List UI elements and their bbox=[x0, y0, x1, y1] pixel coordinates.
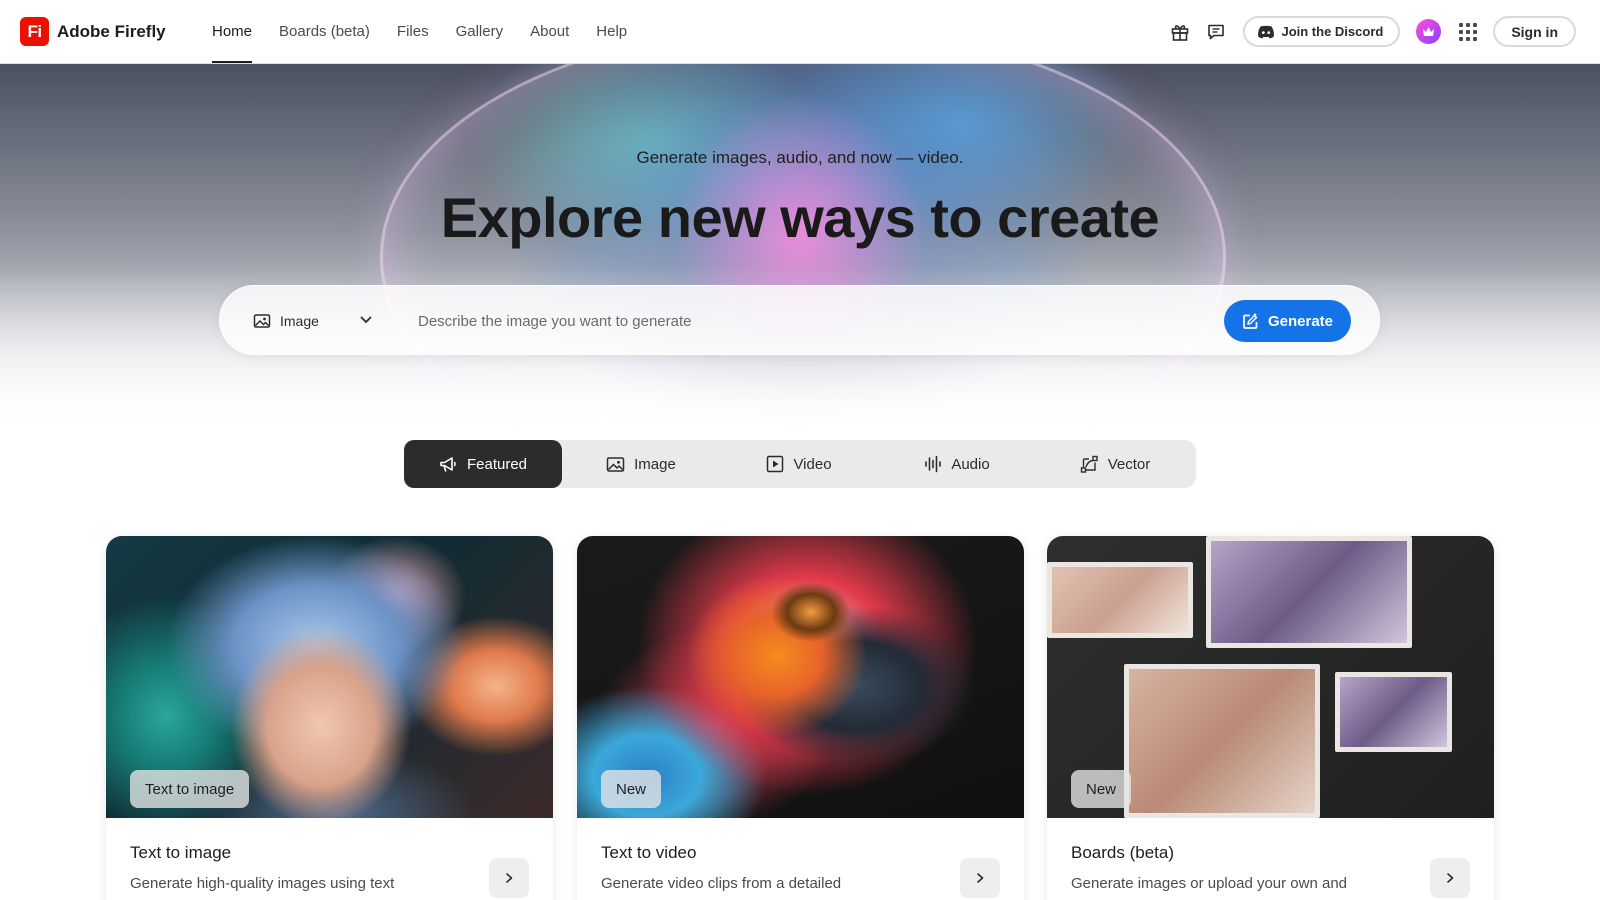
tab-label: Featured bbox=[466, 455, 528, 473]
card-open-button[interactable] bbox=[489, 858, 529, 898]
media-type-value: Image bbox=[280, 313, 319, 329]
app-switcher-icon[interactable] bbox=[1459, 22, 1478, 41]
tab-audio[interactable]: Audio bbox=[878, 440, 1036, 488]
card-title: Text to video bbox=[601, 843, 697, 862]
tab-label: Video bbox=[793, 455, 832, 473]
nav-item-gallery[interactable]: Gallery bbox=[456, 0, 504, 63]
audio-waveform-icon bbox=[925, 455, 942, 473]
category-tabs: Featured Image Video Audio Vector bbox=[404, 440, 1196, 488]
prompt-bar: Image Generate bbox=[219, 285, 1380, 355]
sign-in-button[interactable]: Sign in bbox=[1493, 16, 1576, 47]
chevron-right-icon bbox=[506, 873, 513, 883]
image-icon bbox=[253, 314, 271, 328]
tab-vector[interactable]: Vector bbox=[1036, 440, 1194, 488]
hero-title: Explore new ways to create bbox=[440, 186, 1160, 249]
feature-card-text-to-video[interactable]: New Text to video Generate video clips f… bbox=[577, 536, 1024, 900]
tab-label: Audio bbox=[951, 455, 990, 473]
join-discord-button[interactable]: Join the Discord bbox=[1243, 16, 1401, 47]
header-actions: Join the Discord Sign in bbox=[1169, 0, 1576, 63]
generate-icon bbox=[1243, 313, 1258, 329]
tab-label: Image bbox=[634, 455, 676, 473]
tab-video[interactable]: Video bbox=[720, 440, 878, 488]
main-nav: Home Boards (beta) Files Gallery About H… bbox=[212, 0, 654, 63]
feature-card-text-to-image[interactable]: Text to image Text to image Generate hig… bbox=[106, 536, 553, 900]
tab-featured[interactable]: Featured bbox=[404, 440, 562, 488]
firefly-logo: Fi bbox=[20, 17, 49, 46]
tab-image[interactable]: Image bbox=[562, 440, 720, 488]
chevron-right-icon bbox=[1447, 873, 1454, 883]
brand-name: Adobe Firefly bbox=[57, 21, 166, 41]
generate-label: Generate bbox=[1267, 312, 1334, 330]
brand[interactable]: Fi Adobe Firefly bbox=[20, 17, 166, 46]
card-description: Generate images or upload your own and bbox=[1071, 875, 1348, 892]
card-description: Generate high-quality images using text bbox=[130, 875, 395, 892]
nav-item-about[interactable]: About bbox=[530, 0, 569, 63]
prompt-input[interactable] bbox=[418, 307, 1208, 335]
generate-button[interactable]: Generate bbox=[1224, 300, 1351, 342]
chevron-right-icon bbox=[977, 873, 984, 883]
top-header: Fi Adobe Firefly Home Boards (beta) File… bbox=[0, 0, 1600, 64]
nav-item-boards[interactable]: Boards (beta) bbox=[279, 0, 370, 63]
gift-icon[interactable] bbox=[1169, 21, 1191, 43]
card-badge: New bbox=[601, 770, 662, 808]
feedback-icon[interactable] bbox=[1205, 21, 1227, 43]
crown-icon bbox=[1423, 27, 1435, 36]
vector-icon bbox=[1080, 455, 1098, 473]
avatar[interactable] bbox=[1416, 19, 1442, 44]
card-open-button[interactable] bbox=[960, 858, 1000, 898]
join-discord-label: Join the Discord bbox=[1281, 24, 1384, 39]
media-type-dropdown[interactable]: Image bbox=[253, 310, 373, 332]
card-open-button[interactable] bbox=[1430, 858, 1470, 898]
card-badge: New bbox=[1071, 770, 1132, 808]
nav-item-home[interactable]: Home bbox=[212, 0, 253, 63]
card-title: Text to image bbox=[130, 843, 232, 862]
chevron-down-icon bbox=[360, 316, 372, 323]
card-title: Boards (beta) bbox=[1071, 843, 1174, 862]
feature-card-boards[interactable]: New Boards (beta) Generate images or upl… bbox=[1047, 536, 1494, 900]
tab-label: Vector bbox=[1107, 455, 1151, 473]
megaphone-icon bbox=[440, 456, 456, 472]
video-icon bbox=[767, 455, 784, 473]
card-description: Generate video clips from a detailed bbox=[601, 875, 842, 892]
nav-item-help[interactable]: Help bbox=[596, 0, 627, 63]
discord-icon bbox=[1258, 25, 1275, 38]
hero-subtitle: Generate images, audio, and now — video. bbox=[636, 148, 964, 167]
nav-item-files[interactable]: Files bbox=[397, 0, 429, 63]
image-icon bbox=[606, 456, 625, 472]
card-badge: Text to image bbox=[130, 770, 250, 808]
